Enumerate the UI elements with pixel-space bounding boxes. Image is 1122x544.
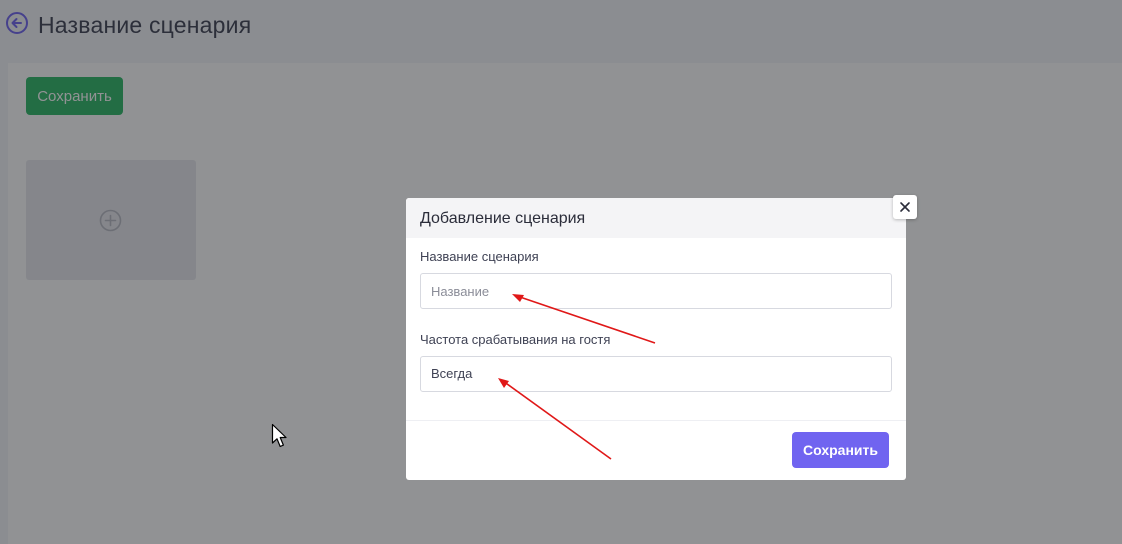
modal-title: Добавление сценария: [420, 210, 586, 227]
close-button[interactable]: [893, 195, 917, 219]
scenario-name-label: Название сценария: [420, 249, 539, 264]
modal-save-button[interactable]: Сохранить: [792, 432, 889, 468]
mouse-cursor-icon: [271, 423, 287, 448]
add-scenario-modal: Добавление сценария Название сценария Ча…: [406, 195, 917, 480]
modal-header: Добавление сценария: [406, 198, 906, 238]
modal-footer-divider: [406, 420, 906, 421]
scenario-name-input[interactable]: [420, 273, 892, 309]
trigger-frequency-label: Частота срабатывания на гостя: [420, 332, 611, 347]
trigger-frequency-select[interactable]: Всегда: [420, 356, 892, 392]
trigger-frequency-value: Всегда: [431, 366, 473, 381]
close-icon: [900, 202, 910, 212]
